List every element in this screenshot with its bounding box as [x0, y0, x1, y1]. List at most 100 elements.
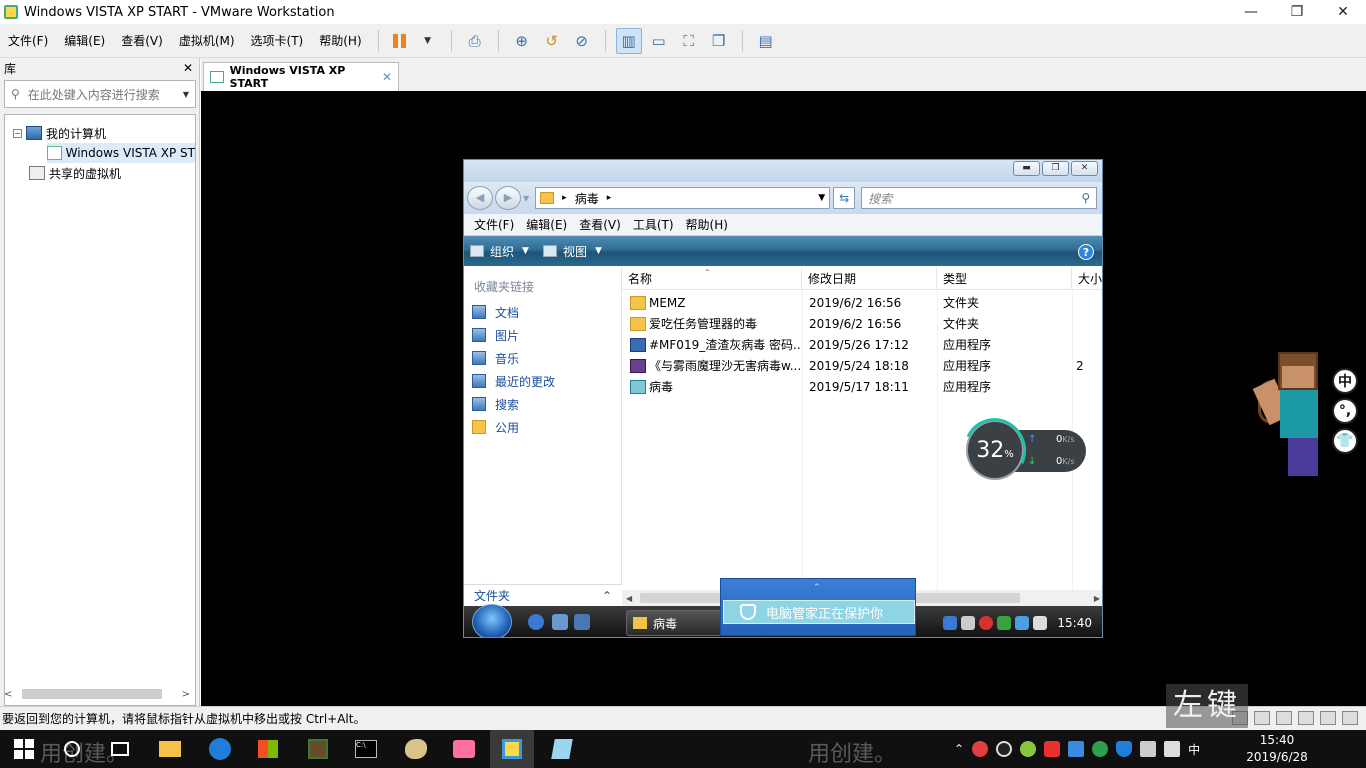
- file-row[interactable]: MEMZ 2019/6/2 16:56 文件夹: [622, 292, 1102, 313]
- pc-manager-tray-icon[interactable]: [943, 615, 958, 630]
- menu-edit[interactable]: 编辑(E): [56, 24, 113, 58]
- notepad-taskbar-icon[interactable]: [550, 737, 574, 761]
- ime-indicator[interactable]: 中: [1188, 741, 1200, 758]
- tray-app-icon[interactable]: [1044, 741, 1061, 757]
- favorite-pictures[interactable]: 图片: [472, 325, 519, 345]
- menu-view[interactable]: 查看(V): [113, 24, 171, 58]
- guest-clock[interactable]: 15:40: [1057, 616, 1092, 630]
- windows-start-button[interactable]: [12, 737, 36, 761]
- column-size[interactable]: 大小: [1072, 268, 1102, 290]
- search-dropdown-icon[interactable]: ▼: [183, 90, 189, 99]
- scroll-right-icon[interactable]: ▶: [1094, 594, 1100, 603]
- menu-vm[interactable]: 虚拟机(M): [171, 24, 243, 58]
- tray-app-icon[interactable]: [1092, 741, 1109, 757]
- menu-file[interactable]: 文件(F): [0, 24, 56, 58]
- thumbnail-bar-icon[interactable]: ▭: [646, 28, 672, 54]
- column-name[interactable]: 名称 ⌃: [622, 268, 802, 290]
- history-dropdown-icon[interactable]: ▼: [523, 194, 529, 203]
- show-library-icon[interactable]: ▥: [615, 27, 642, 54]
- minecraft-taskbar-icon[interactable]: [306, 737, 330, 761]
- edge-browser-icon[interactable]: [208, 737, 232, 761]
- guest-menu-edit[interactable]: 编辑(E): [520, 216, 573, 233]
- tab-close-icon[interactable]: ✕: [382, 70, 392, 84]
- network-speed-widget[interactable]: ↑ 0K/s ↓ 0K/s 32%: [954, 409, 1086, 491]
- volume-tray-icon[interactable]: [1164, 741, 1181, 757]
- sound-status-icon[interactable]: [1320, 711, 1336, 725]
- show-desktop-icon[interactable]: [552, 614, 568, 630]
- column-date[interactable]: 修改日期: [802, 268, 937, 290]
- maximize-button[interactable]: ❐: [1274, 0, 1320, 24]
- chevron-up-icon[interactable]: ⌃: [813, 583, 821, 593]
- send-ctrl-alt-del-icon[interactable]: ⎙: [462, 28, 488, 54]
- minecraft-mascot[interactable]: [1252, 352, 1334, 478]
- power-dropdown-chevron-icon[interactable]: ▼: [415, 28, 441, 54]
- pc-manager-popup[interactable]: ⌃ 电脑管家正在保护你: [720, 578, 916, 636]
- volume-tray-icon[interactable]: [1033, 615, 1048, 630]
- library-close-icon[interactable]: ✕: [183, 61, 193, 75]
- network-tray-icon[interactable]: [1015, 615, 1030, 630]
- column-type[interactable]: 类型: [937, 268, 1072, 290]
- tree-item-shared-vms[interactable]: 共享的虚拟机: [29, 163, 121, 183]
- tray-app-icon[interactable]: [1020, 741, 1037, 757]
- punctuation-button[interactable]: °,: [1332, 398, 1358, 424]
- guest-menu-file[interactable]: 文件(F): [468, 216, 520, 233]
- close-button[interactable]: ✕: [1320, 0, 1366, 24]
- scroll-left-icon[interactable]: ◀: [626, 594, 632, 603]
- snapshot-manager-icon[interactable]: ⊘: [569, 28, 595, 54]
- command-prompt-icon[interactable]: C:\: [354, 737, 378, 761]
- help-icon[interactable]: ?: [1078, 244, 1094, 260]
- tray-app-icon[interactable]: [972, 741, 989, 757]
- file-explorer-taskbar-icon[interactable]: [158, 737, 182, 761]
- file-row[interactable]: 爱吃任务管理器的毒 2019/6/2 16:56 文件夹: [622, 313, 1102, 334]
- host-clock[interactable]: 15:40 2019/6/28: [1246, 732, 1308, 766]
- organize-button[interactable]: 组织 ▼: [470, 243, 529, 260]
- tree-item-my-computer[interactable]: − 我的计算机: [13, 123, 106, 143]
- ime-language-button[interactable]: 中: [1332, 368, 1358, 394]
- guest-menu-help[interactable]: 帮助(H): [680, 216, 734, 233]
- back-button[interactable]: ◀: [467, 186, 493, 210]
- network-status-icon[interactable]: [1276, 711, 1292, 725]
- refresh-icon[interactable]: ⇆: [833, 187, 856, 209]
- scrollbar-thumb[interactable]: [22, 689, 162, 699]
- unity-icon[interactable]: ❐: [706, 28, 732, 54]
- favorite-public[interactable]: 公用: [472, 417, 519, 437]
- fullscreen-icon[interactable]: ⛶: [676, 28, 702, 54]
- guest-close-button[interactable]: ✕: [1071, 161, 1098, 176]
- tab-vm[interactable]: Windows VISTA XP START ✕: [203, 62, 399, 91]
- guest-restore-button[interactable]: ❐: [1042, 161, 1069, 176]
- menu-help[interactable]: 帮助(H): [311, 24, 369, 58]
- guest-search-input[interactable]: 搜索 ⚲: [861, 187, 1098, 209]
- favorite-search[interactable]: 搜索: [472, 394, 519, 414]
- windows-defender-tray-icon[interactable]: [1068, 741, 1085, 757]
- vista-start-button[interactable]: [472, 604, 512, 637]
- guest-minimize-button[interactable]: ▬: [1013, 161, 1040, 176]
- guest-menu-tools[interactable]: 工具(T): [627, 216, 680, 233]
- cdrom-status-icon[interactable]: [1254, 711, 1270, 725]
- file-row[interactable]: 《与雾雨魔理沙无害病毒w... 2019/5/24 18:18 应用程序 2: [622, 355, 1102, 376]
- console-view-icon[interactable]: ▤: [753, 28, 779, 54]
- ie-quicklaunch-icon[interactable]: [528, 614, 544, 630]
- favorite-music[interactable]: 音乐: [472, 348, 519, 368]
- library-search-input[interactable]: ⚲ 在此处键入内容进行搜索 ▼: [4, 80, 196, 108]
- minimize-button[interactable]: —: [1228, 0, 1274, 24]
- cortana-search-icon[interactable]: [60, 737, 84, 761]
- vmware-taskbar-icon[interactable]: [490, 730, 534, 768]
- forward-button[interactable]: ▶: [495, 186, 521, 210]
- breadcrumb-chevron-icon[interactable]: ▸: [607, 193, 612, 203]
- breadcrumb-chevron-icon[interactable]: ▸: [562, 193, 567, 203]
- menu-tabs[interactable]: 选项卡(T): [243, 24, 312, 58]
- favorite-recent[interactable]: 最近的更改: [472, 371, 555, 391]
- snapshot-revert-icon[interactable]: ↺: [539, 28, 565, 54]
- folders-pane-toggle[interactable]: 文件夹 ⌃: [464, 584, 622, 606]
- show-hidden-icons-chevron-icon[interactable]: ⌃: [954, 742, 964, 756]
- favorite-documents[interactable]: 文档: [472, 302, 519, 322]
- address-bar[interactable]: ▸ 病毒 ▸ ▼: [535, 187, 831, 209]
- store-icon[interactable]: [256, 737, 280, 761]
- switch-windows-icon[interactable]: [574, 614, 590, 630]
- snapshot-take-icon[interactable]: ⊕: [509, 28, 535, 54]
- guest-menu-view[interactable]: 查看(V): [573, 216, 627, 233]
- skin-button[interactable]: 👕: [1332, 428, 1358, 454]
- scroll-right-icon[interactable]: >: [182, 689, 190, 700]
- pause-button[interactable]: [387, 28, 413, 54]
- address-dropdown-icon[interactable]: ▼: [818, 193, 825, 203]
